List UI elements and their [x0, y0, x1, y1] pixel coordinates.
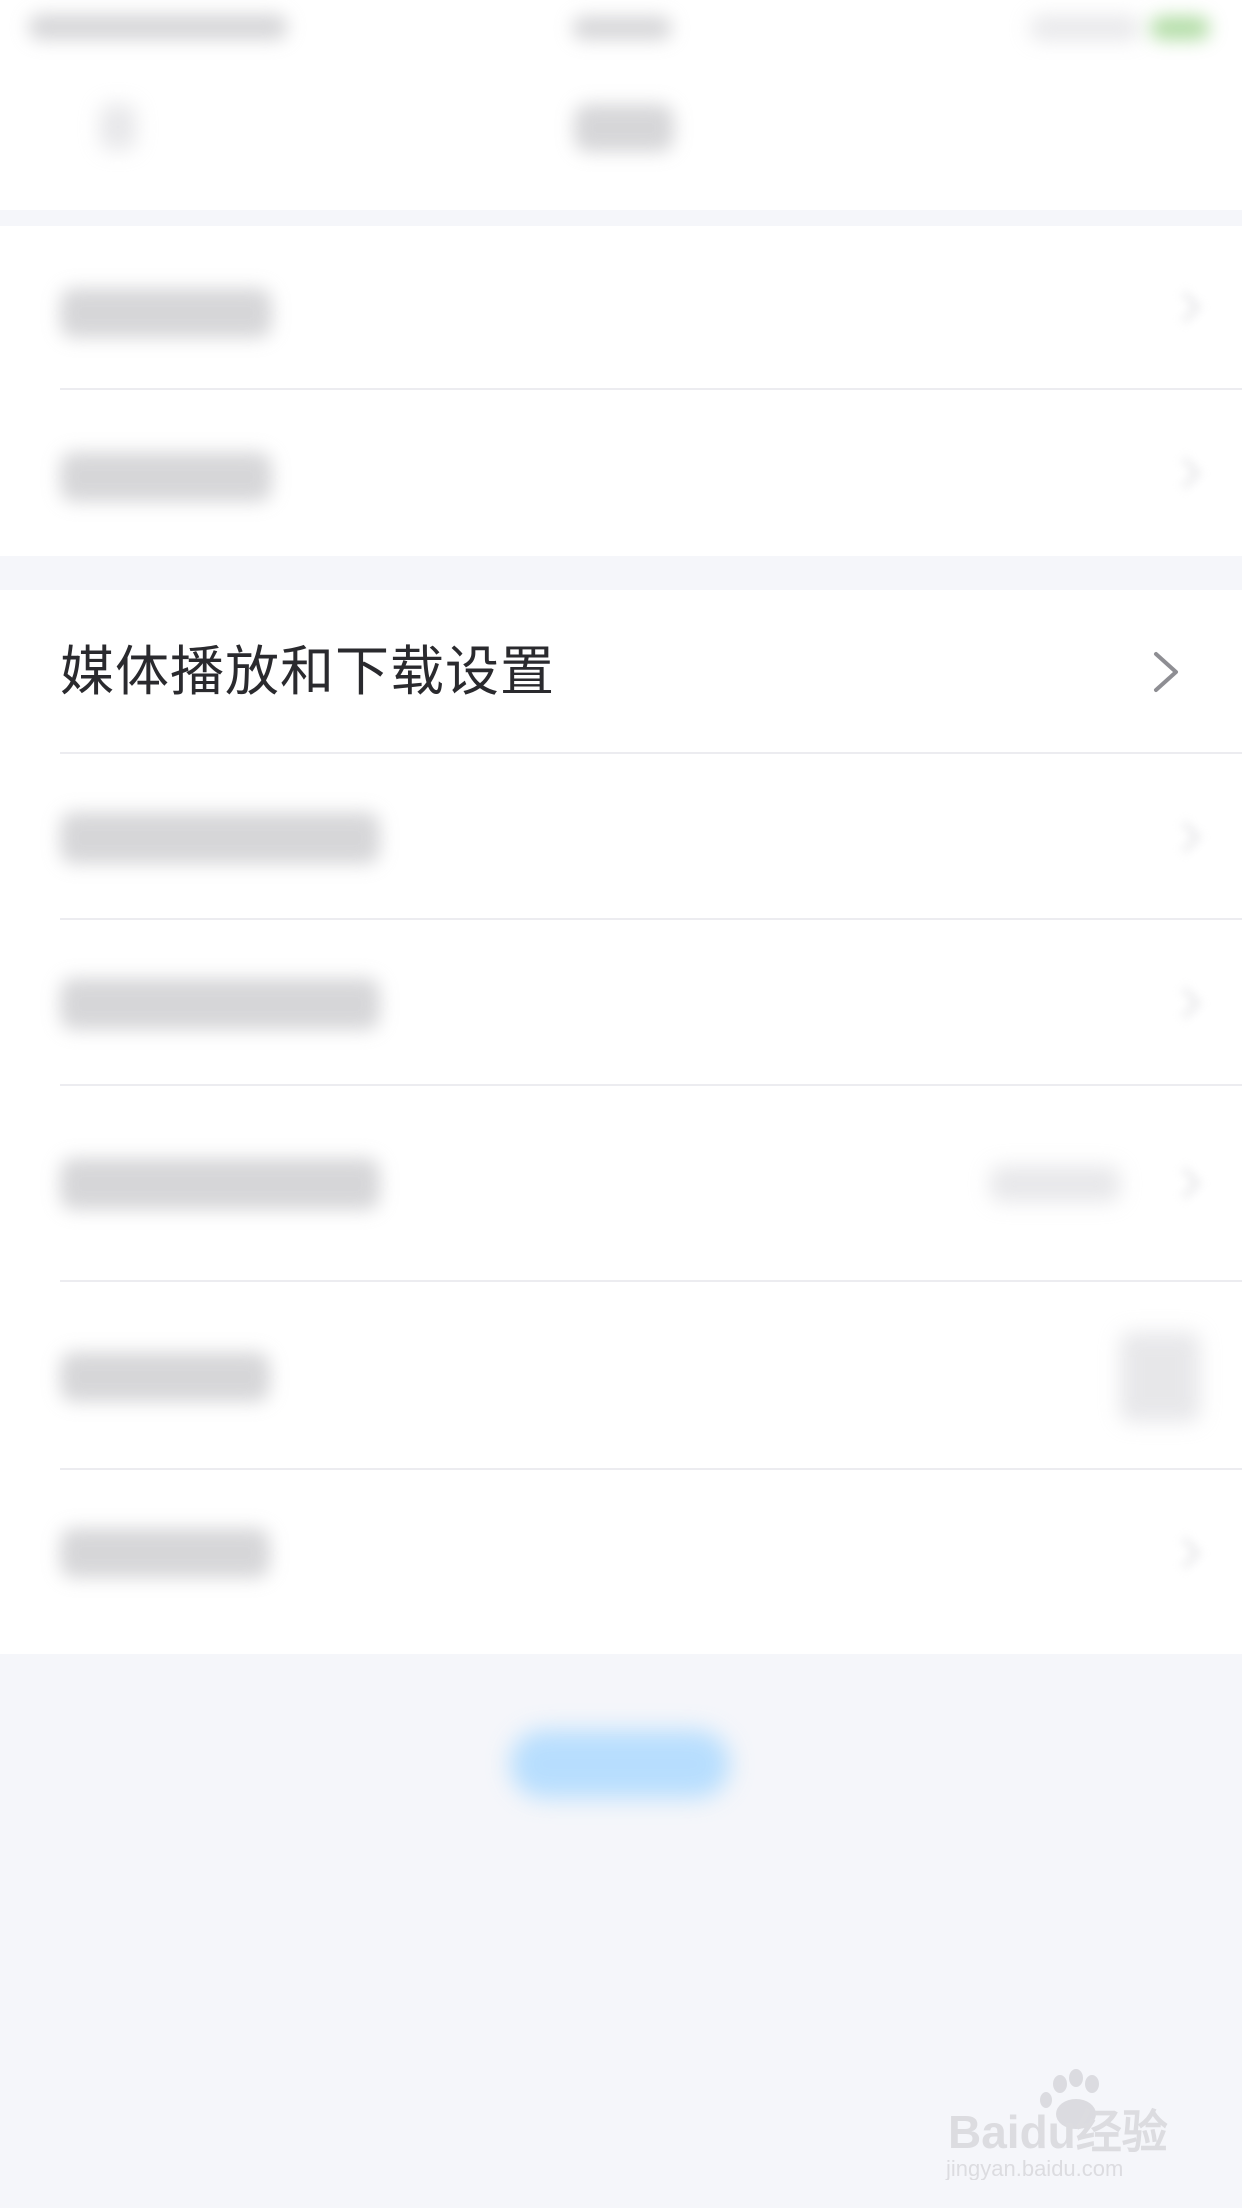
battery-icon: [1150, 16, 1210, 40]
nav-bar: [0, 60, 1242, 210]
row-label-blurred: [60, 452, 272, 502]
row-label-blurred: [60, 812, 380, 864]
watermark-brand-text: Baidu经验: [948, 2106, 1168, 2158]
baidu-jingyan-watermark: Baidu经验 jingyan.baidu.com: [945, 2069, 1168, 2180]
settings-row-blurred-4[interactable]: [0, 920, 1242, 1086]
row-label-blurred: [60, 288, 272, 338]
chevron-right-icon: [1154, 652, 1178, 692]
status-carrier-blurred: [28, 14, 288, 40]
settings-screen: 媒体播放和下载设置 Baidu经验 jingyan.baidu.com: [0, 0, 1242, 2208]
row-label-blurred: [60, 1352, 270, 1402]
chevron-right-icon: [1169, 821, 1201, 853]
settings-row-blurred-2[interactable]: [0, 390, 1242, 556]
status-bar: [0, 0, 1242, 60]
media-download-settings-label: 媒体播放和下载设置: [60, 640, 555, 703]
settings-row-blurred-1[interactable]: [0, 226, 1242, 390]
status-time-blurred: [572, 16, 672, 40]
settings-row-blurred-6[interactable]: [0, 1282, 1242, 1470]
chevron-right-icon: [1169, 1167, 1201, 1199]
watermark-url-text: jingyan.baidu.com: [945, 2156, 1123, 2180]
chevron-right-icon: [1169, 1537, 1201, 1569]
row-value-blurred: [990, 1166, 1120, 1202]
bottom-action-button[interactable]: [510, 1730, 730, 1798]
settings-row-media-download[interactable]: 媒体播放和下载设置: [0, 590, 1242, 754]
chevron-right-icon: [1169, 291, 1201, 323]
settings-group-top: [0, 226, 1242, 556]
status-battery-blurred: [1030, 16, 1140, 40]
row-label-blurred: [60, 1528, 270, 1578]
chevron-right-icon: [1169, 457, 1201, 489]
row-label-blurred: [60, 1158, 380, 1210]
row-label-blurred: [60, 978, 380, 1030]
settings-row-blurred-7[interactable]: [0, 1470, 1242, 1636]
page-title-blurred: [574, 104, 674, 152]
settings-row-blurred-5[interactable]: [0, 1086, 1242, 1282]
back-button[interactable]: [100, 104, 136, 150]
chevron-right-icon: [1169, 987, 1201, 1019]
row-avatar-blurred: [1120, 1332, 1200, 1422]
settings-row-blurred-3[interactable]: [0, 754, 1242, 920]
settings-group-bottom: [0, 754, 1242, 1654]
